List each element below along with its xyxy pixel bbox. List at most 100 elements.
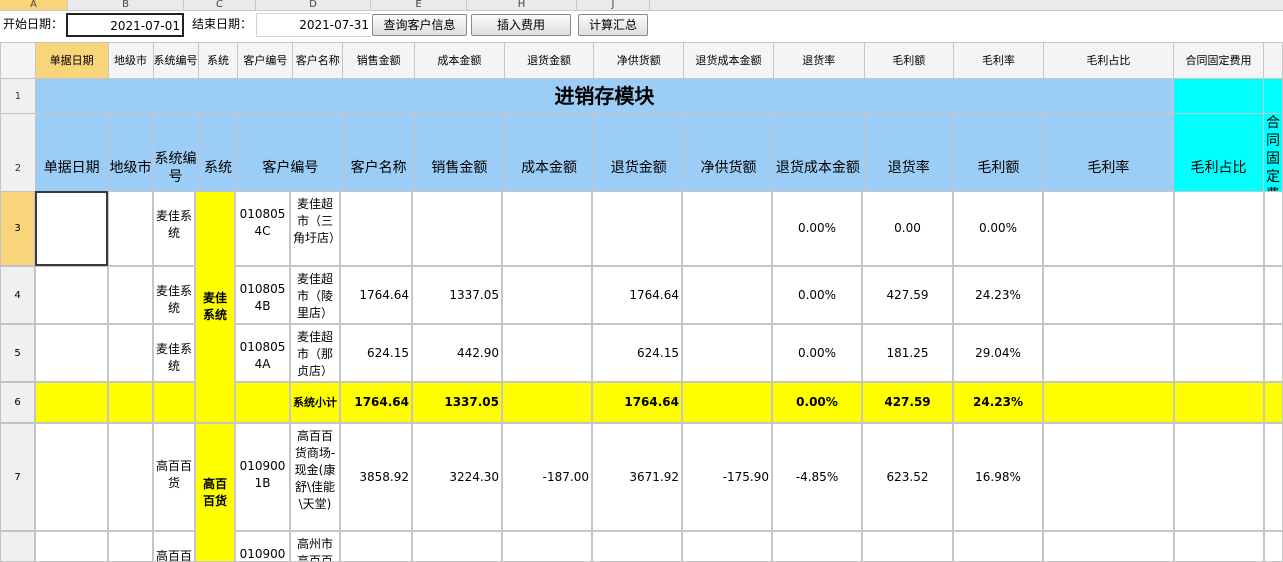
row-header-8[interactable] [0, 531, 35, 562]
cell-r5-cost[interactable]: 442.90 [412, 324, 502, 382]
cell-r5-sales[interactable]: 624.15 [340, 324, 412, 382]
cell-r7-sys_no[interactable]: 高百百货 [153, 423, 195, 531]
hdr-customer-no[interactable]: 客户编号 [237, 42, 294, 79]
cell-r4-extra[interactable] [1264, 266, 1283, 324]
cell-r7-ret[interactable]: -187.00 [502, 423, 592, 531]
cell-r4-gp_rate[interactable]: 24.23% [953, 266, 1043, 324]
cell-r8-cost[interactable] [412, 531, 502, 562]
cell-r3-city[interactable] [108, 191, 153, 266]
cell-r8-sales[interactable] [340, 531, 412, 562]
hdr-doc-date[interactable]: 单据日期 [34, 42, 109, 79]
cell-r6-net[interactable]: 1764.64 [592, 382, 682, 423]
cell-r4-sys_no[interactable]: 麦佳系统 [153, 266, 195, 324]
cell-r4-cost[interactable]: 1337.05 [412, 266, 502, 324]
col-header-h[interactable]: H [467, 0, 577, 11]
cell-r8-date[interactable] [35, 531, 108, 562]
hdr-sales[interactable]: 销售金额 [342, 42, 416, 79]
merged-system-gaobai[interactable]: 高百百货 [195, 423, 235, 562]
hdr-gross-rate[interactable]: 毛利率 [953, 42, 1044, 79]
col-header-a[interactable]: A [0, 0, 68, 11]
merged-system-maijia[interactable]: 麦佳系统 [195, 191, 235, 423]
hdr-gross-profit[interactable]: 毛利额 [863, 42, 955, 79]
cell-r4-city[interactable] [108, 266, 153, 324]
cell-r4-gp_share[interactable] [1043, 266, 1174, 324]
col-header-c[interactable]: C [184, 0, 256, 11]
cell-r6-fee[interactable] [1174, 382, 1264, 423]
hdr-return-cost[interactable]: 退货成本金额 [683, 42, 774, 79]
col-header-e[interactable]: E [371, 0, 467, 11]
cell-r7-city[interactable] [108, 423, 153, 531]
cell-r5-extra[interactable] [1264, 324, 1283, 382]
cell-r7-cust_no[interactable]: 0109001B [235, 423, 290, 531]
cell-r6-sales[interactable]: 1764.64 [340, 382, 412, 423]
cell-r8-city[interactable] [108, 531, 153, 562]
cell-r4-gp[interactable]: 427.59 [862, 266, 953, 324]
cell-r7-fee[interactable] [1174, 423, 1264, 531]
cell-r7-cost[interactable]: 3224.30 [412, 423, 502, 531]
cell-r3-cost[interactable] [412, 191, 502, 266]
hdr-fixed-fee[interactable]: 合同固定费用 [1173, 42, 1264, 79]
cell-r3-cust_no[interactable]: 0108054C [235, 191, 290, 266]
hdr-system[interactable]: 系统 [197, 42, 239, 79]
cell-r5-city[interactable] [108, 324, 153, 382]
cell-r8-gp[interactable] [862, 531, 953, 562]
hdr-return-rate[interactable]: 退货率 [772, 42, 865, 79]
cell-r7-date[interactable] [35, 423, 108, 531]
cell-r6-gp_rate[interactable]: 24.23% [953, 382, 1043, 423]
cell-r6-ret[interactable] [502, 382, 592, 423]
cell-r7-sales[interactable]: 3858.92 [340, 423, 412, 531]
cell-r3-gp_rate[interactable]: 0.00% [953, 191, 1043, 266]
row-header-7[interactable]: 7 [0, 423, 35, 531]
cell-r5-gp_share[interactable] [1043, 324, 1174, 382]
cell-r5-gp[interactable]: 181.25 [862, 324, 953, 382]
cell-r7-ret_rate[interactable]: -4.85% [772, 423, 862, 531]
cell-r3-sys_no[interactable]: 麦佳系统 [153, 191, 195, 266]
cell-r8-ret_cost[interactable] [682, 531, 772, 562]
row-header-1[interactable]: 1 [0, 78, 36, 114]
cell-r5-ret_cost[interactable] [682, 324, 772, 382]
cell-r6-ret_cost[interactable] [682, 382, 772, 423]
end-date-input[interactable]: 2021-07-31 [256, 13, 371, 37]
cell-r8-net[interactable] [592, 531, 682, 562]
cell-r5-ret_rate[interactable]: 0.00% [772, 324, 862, 382]
cell-r7-gp[interactable]: 623.52 [862, 423, 953, 531]
calculate-summary-button[interactable]: 计算汇总 [578, 14, 648, 36]
col-header-b[interactable]: B [68, 0, 184, 11]
cell-r3-date[interactable] [35, 191, 108, 266]
cell-r4-fee[interactable] [1174, 266, 1264, 324]
cell-r7-extra[interactable] [1264, 423, 1283, 531]
hdr-city[interactable]: 地级市 [107, 42, 154, 79]
cell-r8-sys_no[interactable]: 高百百 [153, 531, 195, 562]
cell-r8-gp_rate[interactable] [953, 531, 1043, 562]
col-header-j[interactable]: J [577, 0, 650, 11]
cell-r4-date[interactable] [35, 266, 108, 324]
title-cyan-cell-2[interactable] [1262, 78, 1283, 114]
cell-r3-cust_name[interactable]: 麦佳超市（三角圩店） [290, 191, 340, 266]
hdr-system-no[interactable]: 系统编号 [152, 42, 199, 79]
cell-r4-cust_no[interactable]: 0108054B [235, 266, 290, 324]
cell-r8-cust_no[interactable]: 0109001 [235, 531, 290, 562]
cell-r4-sales[interactable]: 1764.64 [340, 266, 412, 324]
row-header-3[interactable]: 3 [0, 191, 35, 266]
cell-r4-cust_name[interactable]: 麦佳超市（陵里店） [290, 266, 340, 324]
cell-r5-cust_name[interactable]: 麦佳超市（那贞店） [290, 324, 340, 382]
cell-r3-ret_cost[interactable] [682, 191, 772, 266]
cell-r8-ret_rate[interactable] [772, 531, 862, 562]
cell-r8-gp_share[interactable] [1043, 531, 1174, 562]
cell-r3-net[interactable] [592, 191, 682, 266]
cell-r5-fee[interactable] [1174, 324, 1264, 382]
cell-r6-cost[interactable]: 1337.05 [412, 382, 502, 423]
insert-fee-button[interactable]: 插入费用 [471, 14, 571, 36]
cell-r8-ret[interactable] [502, 531, 592, 562]
title-cyan-cell[interactable] [1173, 78, 1264, 114]
cell-r4-ret[interactable] [502, 266, 592, 324]
cell-r6-ret_rate[interactable]: 0.00% [772, 382, 862, 423]
cell-r6-city[interactable] [108, 382, 153, 423]
cell-r8-fee[interactable] [1174, 531, 1264, 562]
hdr-cost[interactable]: 成本金额 [414, 42, 505, 79]
cell-r3-ret[interactable] [502, 191, 592, 266]
cell-r6-sys_no[interactable] [153, 382, 195, 423]
col-header-d[interactable]: D [256, 0, 371, 11]
cell-r3-gp_share[interactable] [1043, 191, 1174, 266]
cell-r8-cust_name[interactable]: 高州市高百百 [290, 531, 340, 562]
